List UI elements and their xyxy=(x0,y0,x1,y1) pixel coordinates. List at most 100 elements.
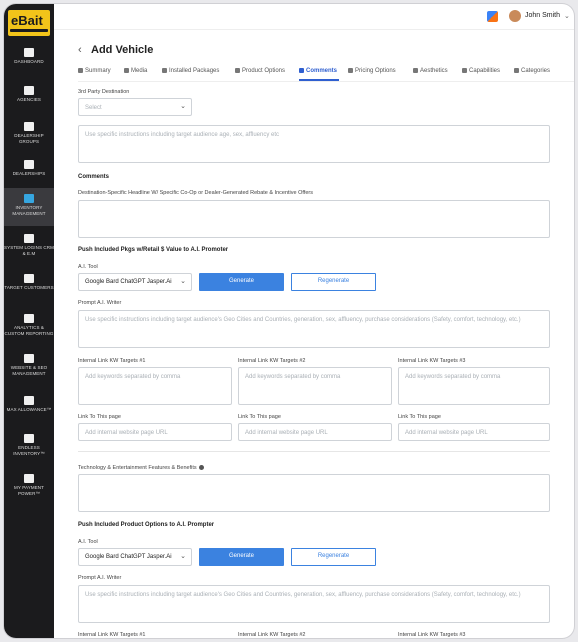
sidebar-item-endless-inventory[interactable]: Endless Inventory™ xyxy=(4,434,54,460)
input-placeholder: Add internal website page URL xyxy=(245,430,328,436)
user-name[interactable]: John Smith xyxy=(525,12,560,19)
dealerships-icon xyxy=(24,160,34,169)
tab-capabilities[interactable]: Capabilities xyxy=(462,68,500,74)
third-party-select[interactable]: Select ⌄ xyxy=(78,98,192,116)
tech-label: Technology & Entertainment Features & Be… xyxy=(78,465,204,471)
pricing-icon xyxy=(348,68,353,73)
kw1-label: Internal Link KW Targets #1 xyxy=(78,358,146,364)
tab-label: Media xyxy=(131,68,148,74)
sidebar-item-label: Dealerships xyxy=(12,171,46,176)
sidebar-item-dealership-groups[interactable]: Dealership Groups xyxy=(4,122,54,148)
textarea-placeholder: Use specific instructions including targ… xyxy=(85,592,521,598)
input-placeholder: Add internal website page URL xyxy=(405,430,488,436)
section1-heading: Push Included Pkgs w/Retail $ Value to A… xyxy=(78,247,229,253)
sidebar-item-analytics[interactable]: Analytics & Custom Reporting xyxy=(4,314,54,344)
tab-label: Pricing Options xyxy=(355,68,396,74)
endless-inventory-icon xyxy=(24,434,34,443)
sidebar-item-label: Dealership Groups xyxy=(14,133,44,144)
tab-pricing-options[interactable]: Pricing Options xyxy=(348,68,396,74)
textarea-placeholder: Use specific instructions including targ… xyxy=(85,132,279,138)
tab-label: Aesthetics xyxy=(420,68,448,74)
media-icon xyxy=(124,68,129,73)
sidebar-item-label: Website & SEO Management xyxy=(10,365,48,376)
sidebar-item-dealerships[interactable]: Dealerships xyxy=(4,160,54,182)
instructions-textarea[interactable]: Use specific instructions including targ… xyxy=(78,125,550,163)
sidebar-item-label: System Logins CRM & E.M xyxy=(4,245,54,256)
page-title: Add Vehicle xyxy=(91,44,154,56)
website-icon xyxy=(24,354,34,363)
link3-input[interactable]: Add internal website page URL xyxy=(398,423,550,441)
sidebar-item-system-logins[interactable]: System Logins CRM & E.M xyxy=(4,234,54,260)
ai-tool-select-2[interactable]: Google Bard ChatGPT Jasper.Ai ⌄ xyxy=(78,548,192,566)
payment-icon xyxy=(24,474,34,483)
summary-icon xyxy=(78,68,83,73)
link1-input[interactable]: Add internal website page URL xyxy=(78,423,232,441)
ai-tool-label: A.I. Tool xyxy=(78,264,98,270)
chevron-down-icon: ⌄ xyxy=(180,103,186,110)
tab-aesthetics[interactable]: Aesthetics xyxy=(413,68,448,74)
prompt-textarea[interactable]: Use specific instructions including targ… xyxy=(78,310,550,348)
regenerate-button-2[interactable]: Regenerate xyxy=(291,548,376,566)
sidebar-item-inventory-management[interactable]: Inventory Management xyxy=(4,188,54,226)
tab-installed-packages[interactable]: Installed Packages xyxy=(162,68,219,74)
avatar[interactable] xyxy=(509,10,521,22)
notifications-icon[interactable] xyxy=(487,11,498,22)
destination-textarea[interactable] xyxy=(78,200,550,238)
sidebar: eBait Dashboard Agencies Dealership Grou… xyxy=(4,4,54,638)
prompt-label-2: Prompt A.I. Writer xyxy=(78,575,122,581)
sidebar-item-website-seo[interactable]: Website & SEO Management xyxy=(4,354,54,382)
textarea-placeholder: Add keywords separated by comma xyxy=(405,374,501,380)
kw2-label-2: Internal Link KW Targets #2 xyxy=(238,632,306,638)
tab-label: Product Options xyxy=(242,68,286,74)
generate-button[interactable]: Generate xyxy=(199,273,284,291)
dealership-groups-icon xyxy=(24,122,34,131)
generate-button-2[interactable]: Generate xyxy=(199,548,284,566)
textarea-placeholder: Use specific instructions including targ… xyxy=(85,317,521,323)
tab-product-options[interactable]: Product Options xyxy=(235,68,285,74)
chevron-down-icon: ⌄ xyxy=(180,278,186,285)
kw1-label-2: Internal Link KW Targets #1 xyxy=(78,632,146,638)
tab-categories[interactable]: Categories xyxy=(514,68,550,74)
main-content: ‹ Add Vehicle Summary Media Installed Pa… xyxy=(54,30,574,638)
ai-tool-select[interactable]: Google Bard ChatGPT Jasper.Ai ⌄ xyxy=(78,273,192,291)
packages-icon xyxy=(162,68,167,73)
kw1-textarea[interactable]: Add keywords separated by comma xyxy=(78,367,232,405)
third-party-label: 3rd Party Destination xyxy=(78,89,130,95)
textarea-placeholder: Add keywords separated by comma xyxy=(85,374,181,380)
tab-label: Capabilities xyxy=(469,68,501,74)
kw2-textarea[interactable]: Add keywords separated by comma xyxy=(238,367,392,405)
tab-bar: Summary Media Installed Packages Product… xyxy=(78,64,574,82)
chevron-down-icon[interactable]: ⌄ xyxy=(564,12,570,20)
chevron-down-icon: ⌄ xyxy=(180,553,186,560)
ai-tool-value: Google Bard ChatGPT Jasper.Ai xyxy=(85,554,172,560)
ebait-logo[interactable]: eBait xyxy=(8,10,50,36)
link2-label: Link To This page xyxy=(238,414,281,420)
info-icon[interactable] xyxy=(198,465,204,470)
sidebar-item-payment-power[interactable]: My Payment Power™ xyxy=(4,474,54,500)
tab-comments[interactable]: Comments xyxy=(299,68,337,74)
link2-input[interactable]: Add internal website page URL xyxy=(238,423,392,441)
sidebar-item-label: Target Customers xyxy=(4,285,54,290)
back-arrow-icon[interactable]: ‹ xyxy=(78,44,82,56)
car-icon xyxy=(235,68,240,73)
section2-heading: Push Included Product Options to A.I. Pr… xyxy=(78,522,215,528)
agencies-icon xyxy=(24,86,34,95)
analytics-icon xyxy=(24,314,34,323)
sidebar-item-dashboard[interactable]: Dashboard xyxy=(4,48,54,76)
tab-media[interactable]: Media xyxy=(124,68,147,74)
tab-label: Installed Packages xyxy=(169,68,220,74)
dashboard-icon xyxy=(24,48,34,57)
sidebar-item-agencies[interactable]: Agencies xyxy=(4,86,54,108)
link1-label: Link To This page xyxy=(78,414,121,420)
sidebar-item-label: Analytics & Custom Reporting xyxy=(4,325,54,336)
top-bar: John Smith ⌄ xyxy=(54,4,574,30)
kw3-textarea[interactable]: Add keywords separated by comma xyxy=(398,367,550,405)
textarea-placeholder: Add keywords separated by comma xyxy=(245,374,341,380)
sidebar-item-max-allowance[interactable]: Max Allowance™ xyxy=(4,396,54,422)
tech-textarea[interactable] xyxy=(78,474,550,512)
link3-label: Link To This page xyxy=(398,414,441,420)
regenerate-button[interactable]: Regenerate xyxy=(291,273,376,291)
sidebar-item-target-customers[interactable]: Target Customers xyxy=(4,274,54,300)
tab-summary[interactable]: Summary xyxy=(78,68,111,74)
prompt-textarea-2[interactable]: Use specific instructions including targ… xyxy=(78,585,550,623)
